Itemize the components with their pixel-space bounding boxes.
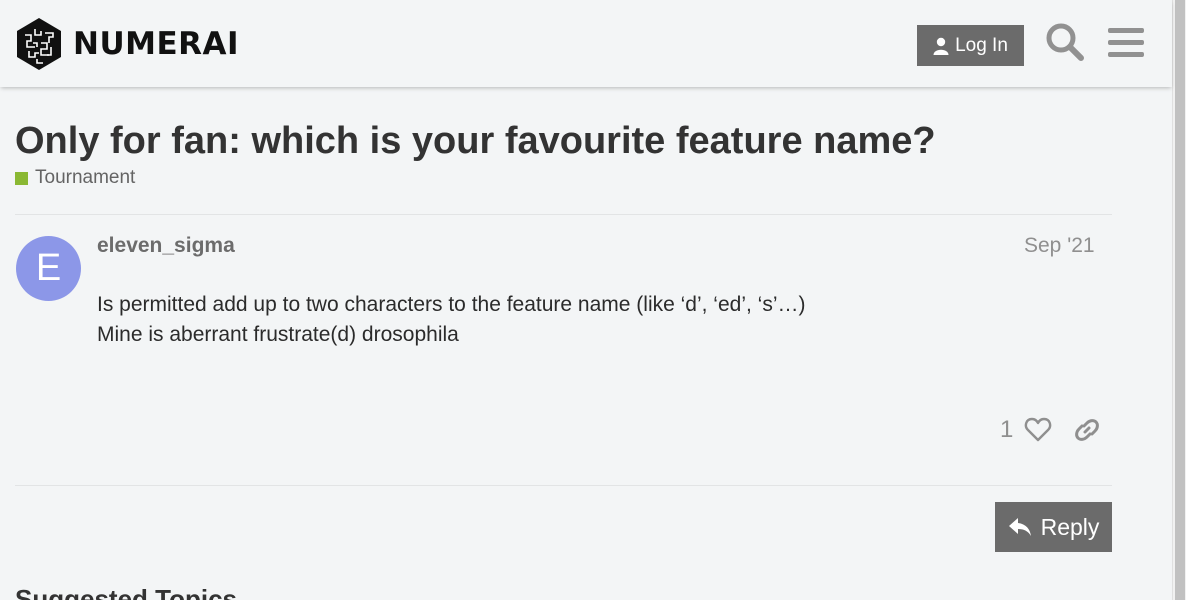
topic-title: Only for fan: which is your favourite fe… [15, 120, 936, 162]
post-body: Is permitted add up to two characters to… [97, 290, 806, 350]
numerai-logo[interactable]: NUMERAI [15, 17, 239, 71]
page-scrollbar[interactable] [1172, 0, 1186, 600]
divider [15, 485, 1112, 486]
like-count[interactable]: 1 [1000, 416, 1013, 444]
post-line: Mine is aberrant frustrate(d) drosophila [97, 323, 459, 346]
avatar[interactable]: E [16, 236, 81, 301]
heart-icon[interactable] [1024, 416, 1052, 449]
login-button-label: Log In [955, 34, 1008, 56]
category-label: Tournament [35, 167, 136, 188]
suggested-topics-heading: Suggested Topics [15, 584, 237, 600]
reply-button-label: Reply [1040, 513, 1100, 540]
post-date[interactable]: Sep '21 [1024, 234, 1095, 258]
divider [15, 214, 1112, 215]
login-button[interactable]: Log In [917, 25, 1024, 66]
numerai-logo-icon [17, 18, 61, 70]
brand-name: NUMERAI [73, 26, 240, 62]
site-header: NUMERAI Log In [0, 0, 1172, 87]
user-icon [933, 37, 949, 55]
post-username[interactable]: eleven_sigma [97, 234, 235, 258]
reply-button[interactable]: Reply [995, 502, 1112, 552]
hamburger-menu-icon[interactable] [1108, 26, 1144, 65]
link-icon[interactable] [1073, 416, 1101, 449]
category-badge[interactable]: Tournament [15, 167, 135, 189]
reply-icon [1008, 518, 1031, 536]
post-line: Is permitted add up to two characters to… [97, 293, 806, 316]
scrollbar-thumb[interactable] [1175, 0, 1185, 600]
category-color-square [15, 171, 28, 185]
search-icon[interactable] [1045, 22, 1085, 67]
